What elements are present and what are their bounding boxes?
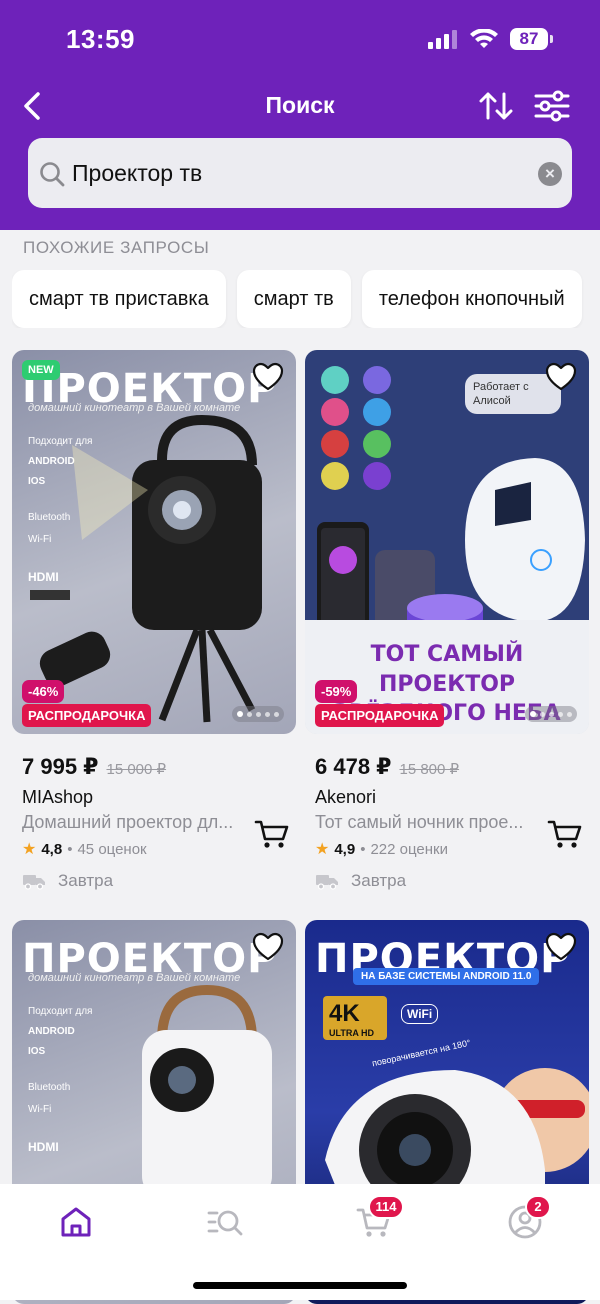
sale-badge: РАСПРОДАРОЧКА [315, 704, 445, 727]
projector-illustration [30, 414, 262, 723]
discount-badge: -46% [22, 680, 65, 703]
seller-name: Akenori [315, 787, 377, 807]
cart-count-badge: 114 [368, 1195, 404, 1219]
wifi-icon [470, 29, 498, 48]
price-row: 7 995 ₽ 15 000 ₽ [12, 754, 296, 780]
add-to-cart-button[interactable] [547, 818, 583, 850]
status-icons: 87 [428, 28, 553, 50]
truck-icon [23, 875, 45, 890]
favorite-button[interactable] [252, 362, 284, 392]
signal-icon [428, 30, 457, 49]
clear-search-button[interactable]: × [538, 162, 562, 186]
new-badge: NEW [22, 360, 60, 380]
wifi-tag: WiFi [401, 1004, 439, 1024]
product-image[interactable]: ПРОЕКТОР домашний кинотеатр в Вашей комн… [12, 350, 296, 734]
search-input[interactable] [72, 138, 512, 208]
separator-dot: • [67, 840, 73, 858]
price: 6 478 ₽ [315, 754, 392, 779]
seller-name: MIAshop [22, 787, 94, 807]
price: 7 995 ₽ [22, 754, 99, 779]
sort-button[interactable] [476, 86, 516, 126]
discount-badge: -59% [315, 680, 358, 703]
favorite-button[interactable] [545, 362, 577, 392]
old-price: 15 800 ₽ [399, 761, 460, 778]
similar-queries-list: смарт тв приставка смарт тв телефон кнопоч… [12, 270, 600, 328]
delivery-row: Завтра [305, 871, 589, 891]
similar-queries-title: ПОХОЖИЕ ЗАПРОСЫ [23, 238, 210, 257]
review-count: 45 оценок [77, 840, 147, 858]
review-count: 222 оценки [370, 840, 448, 858]
delivery-text: Завтра [351, 871, 407, 890]
search-bar[interactable]: × [28, 138, 572, 208]
favorite-button[interactable] [252, 932, 284, 962]
image-pagination [232, 706, 284, 722]
product-card[interactable]: ПРОЕКТОР домашний кинотеатр в Вашей комн… [12, 350, 296, 891]
filter-button[interactable] [532, 86, 572, 126]
home-tab-icon[interactable] [58, 1204, 94, 1240]
product-card[interactable]: Работает с Алисой ТОТ САМЫЙ ПРОЕКТОР ЗВЁ… [305, 350, 589, 891]
battery-indicator: 87 [510, 28, 553, 50]
product-description: Тот самый ночник прое... [315, 812, 524, 832]
catalog-search-tab-icon[interactable] [207, 1204, 243, 1240]
product-description: Домашний проектор дл... [22, 812, 234, 832]
truck-icon [316, 875, 338, 890]
price-row: 6 478 ₽ 15 800 ₽ [305, 754, 589, 780]
star-icon: ★ [22, 841, 37, 858]
product-image[interactable]: Работает с Алисой ТОТ САМЫЙ ПРОЕКТОР ЗВЁ… [305, 350, 589, 734]
query-chip[interactable]: смарт тв [236, 270, 351, 328]
image-pagination [525, 706, 577, 722]
delivery-text: Завтра [58, 871, 114, 890]
old-price: 15 000 ₽ [106, 761, 167, 778]
star-icon: ★ [315, 841, 330, 858]
home-indicator [193, 1282, 407, 1289]
rating-value: 4,8 [41, 840, 63, 858]
query-chip[interactable]: телефон кнопочный [361, 270, 582, 328]
status-time: 13:59 [66, 24, 135, 54]
rating-value: 4,9 [334, 840, 356, 858]
ultra-hd-tag: ULTRA HD [329, 1028, 374, 1038]
delivery-row: Завтра [12, 871, 296, 891]
sale-badge: РАСПРОДАРОЧКА [22, 704, 152, 727]
separator-dot: • [360, 840, 366, 858]
favorite-button[interactable] [545, 932, 577, 962]
app-header: 13:59 87 Поиск × [0, 0, 600, 230]
search-icon [40, 162, 65, 187]
4k-tag: 4K [329, 1000, 360, 1027]
add-to-cart-button[interactable] [254, 818, 290, 850]
query-chip[interactable]: смарт тв приставка [12, 270, 226, 328]
profile-notification-badge: 2 [525, 1195, 551, 1219]
